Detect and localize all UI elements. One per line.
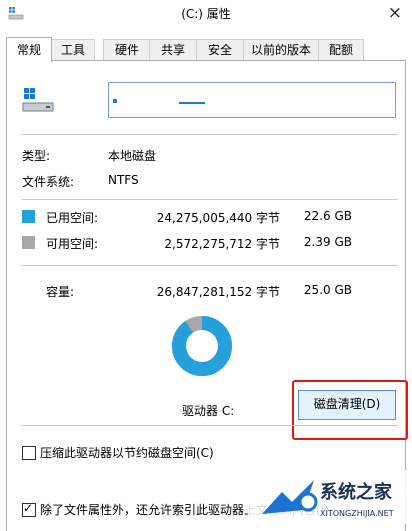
compress-checkbox[interactable] — [22, 446, 36, 460]
divider — [22, 199, 398, 200]
drive-letter-label: 驱动器 C: — [182, 404, 235, 418]
divider — [22, 425, 398, 426]
used-space-bytes: 24,275,005,440 字节 — [156, 211, 280, 225]
free-space-label: 可用空间: — [46, 237, 99, 251]
used-space-gb: 22.6 GB — [303, 209, 352, 223]
index-checkbox[interactable] — [22, 501, 36, 517]
close-icon[interactable]: × — [388, 3, 402, 23]
free-space-swatch — [22, 236, 35, 249]
type-value: 本地磁盘 — [108, 149, 157, 163]
free-space-bytes: 2,572,275,712 字节 — [164, 237, 280, 251]
used-space-arc — [172, 316, 232, 376]
filesystem-label: 文件系统: — [22, 175, 75, 189]
tab-security[interactable]: 安全 — [196, 39, 244, 61]
used-space-swatch — [22, 210, 35, 223]
capacity-label: 容量: — [46, 285, 75, 299]
tab-tools[interactable]: 工具 — [51, 39, 95, 61]
capacity-bytes: 26,847,281,152 字节 — [156, 285, 280, 299]
usage-donut-chart — [172, 316, 232, 376]
tab-sharing[interactable]: 共享 — [149, 39, 197, 61]
drive-name-input[interactable] — [108, 82, 396, 118]
tab-quota[interactable]: 配额 — [318, 39, 364, 61]
compress-label: 压缩此驱动器以节约磁盘空间(C) — [40, 446, 214, 460]
window-title: (C:) 属性 — [181, 7, 231, 21]
free-space-gb: 2.39 GB — [303, 235, 352, 249]
title-bar: (C:) 属性 × — [0, 0, 412, 28]
tab-previous-versions[interactable]: 以前的版本 — [243, 39, 319, 61]
type-label: 类型: — [22, 149, 51, 163]
watermark-text: 系统之家 — [320, 482, 392, 503]
divider — [22, 265, 398, 266]
tab-general[interactable]: 常规 — [6, 37, 52, 62]
drive-icon-large — [22, 88, 54, 112]
tab-hardware[interactable]: 硬件 — [103, 39, 151, 61]
divider — [22, 134, 398, 135]
used-space-label: 已用空间: — [46, 211, 99, 225]
highlight-box — [292, 380, 408, 440]
watermark-url: XITONGZHIJIA.NET — [320, 509, 394, 518]
filesystem-value: NTFS — [108, 173, 139, 187]
capacity-gb: 25.0 GB — [303, 283, 352, 297]
